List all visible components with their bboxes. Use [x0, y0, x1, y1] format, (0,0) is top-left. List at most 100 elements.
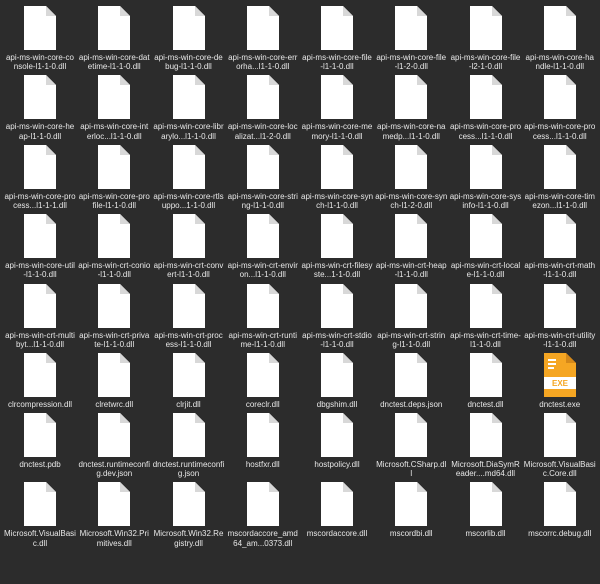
- file-item[interactable]: api-ms-win-crt-filesyste...1-1-0.dll: [301, 214, 373, 279]
- file-item[interactable]: dnctest.deps.json: [375, 353, 447, 409]
- file-item[interactable]: mscordbi.dll: [375, 482, 447, 547]
- file-item[interactable]: api-ms-win-core-sysinfo-l1-1-0.dll: [450, 145, 522, 210]
- file-item[interactable]: api-ms-win-core-heap-l1-1-0.dll: [4, 75, 76, 140]
- file-item[interactable]: dbgshim.dll: [301, 353, 373, 409]
- file-item[interactable]: api-ms-win-crt-string-l1-1-0.dll: [375, 284, 447, 349]
- generic-file-icon: [96, 75, 132, 119]
- file-item[interactable]: EXEdnctest.exe: [524, 353, 596, 409]
- file-item[interactable]: api-ms-win-core-rtlsuppo...1-1-0.dll: [153, 145, 225, 210]
- generic-file-icon: [319, 353, 355, 397]
- generic-file-icon: [319, 482, 355, 526]
- file-label: api-ms-win-crt-string-l1-1-0.dll: [375, 331, 447, 349]
- file-label: Microsoft.DiaSymReader....md64.dll: [450, 460, 522, 478]
- file-item[interactable]: api-ms-win-crt-utility-l1-1-0.dll: [524, 284, 596, 349]
- file-item[interactable]: api-ms-win-core-synch-l1-2-0.dll: [375, 145, 447, 210]
- file-item[interactable]: api-ms-win-core-string-l1-1-0.dll: [227, 145, 299, 210]
- generic-file-icon: [22, 482, 58, 526]
- file-item[interactable]: api-ms-win-core-file-l2-1-0.dll: [450, 6, 522, 71]
- file-label: dnctest.runtimeconfig.json: [153, 460, 225, 478]
- file-label: api-ms-win-core-console-l1-1-0.dll: [4, 53, 76, 71]
- generic-file-icon: [468, 6, 504, 50]
- file-item[interactable]: api-ms-win-core-memory-l1-1-0.dll: [301, 75, 373, 140]
- file-item[interactable]: api-ms-win-core-interloc...l1-1-0.dll: [78, 75, 150, 140]
- file-item[interactable]: Microsoft.DiaSymReader....md64.dll: [450, 413, 522, 478]
- file-label: api-ms-win-crt-multibyt...l1-1-0.dll: [4, 331, 76, 349]
- file-item[interactable]: dnctest.runtimeconfig.json: [153, 413, 225, 478]
- file-label: api-ms-win-core-heap-l1-1-0.dll: [4, 122, 76, 140]
- file-label: Microsoft.CSharp.dll: [375, 460, 447, 478]
- file-label: api-ms-win-core-timezon...l1-1-0.dll: [524, 192, 596, 210]
- file-item[interactable]: api-ms-win-core-librarylo...l1-1-0.dll: [153, 75, 225, 140]
- generic-file-icon: [22, 284, 58, 328]
- file-item[interactable]: api-ms-win-core-debug-l1-1-0.dll: [153, 6, 225, 71]
- file-label: api-ms-win-core-interloc...l1-1-0.dll: [78, 122, 150, 140]
- file-item[interactable]: api-ms-win-core-file-l1-2-0.dll: [375, 6, 447, 71]
- file-label: api-ms-win-crt-environ...l1-1-0.dll: [227, 261, 299, 279]
- file-item[interactable]: mscorrc.debug.dll: [524, 482, 596, 547]
- file-item[interactable]: api-ms-win-crt-private-l1-1-0.dll: [78, 284, 150, 349]
- file-item[interactable]: api-ms-win-core-file-l1-1-0.dll: [301, 6, 373, 71]
- file-item[interactable]: api-ms-win-core-process...l1-1-0.dll: [524, 75, 596, 140]
- generic-file-icon: [22, 6, 58, 50]
- file-label: api-ms-win-core-rtlsuppo...1-1-0.dll: [153, 192, 225, 210]
- file-item[interactable]: api-ms-win-core-handle-l1-1-0.dll: [524, 6, 596, 71]
- generic-file-icon: [542, 482, 578, 526]
- file-item[interactable]: api-ms-win-core-console-l1-1-0.dll: [4, 6, 76, 71]
- file-item[interactable]: Microsoft.Win32.Registry.dll: [153, 482, 225, 547]
- file-item[interactable]: Microsoft.CSharp.dll: [375, 413, 447, 478]
- file-label: api-ms-win-core-errorha...l1-1-0.dll: [227, 53, 299, 71]
- generic-file-icon: [393, 214, 429, 258]
- file-item[interactable]: mscordaccore.dll: [301, 482, 373, 547]
- file-item[interactable]: api-ms-win-crt-runtime-l1-1-0.dll: [227, 284, 299, 349]
- file-item[interactable]: clrjit.dll: [153, 353, 225, 409]
- file-item[interactable]: api-ms-win-crt-stdio-l1-1-0.dll: [301, 284, 373, 349]
- generic-file-icon: [319, 145, 355, 189]
- file-item[interactable]: api-ms-win-crt-locale-l1-1-0.dll: [450, 214, 522, 279]
- file-item[interactable]: api-ms-win-core-util-l1-1-0.dll: [4, 214, 76, 279]
- file-label: api-ms-win-core-handle-l1-1-0.dll: [524, 53, 596, 71]
- file-item[interactable]: api-ms-win-core-localizat...l1-2-0.dll: [227, 75, 299, 140]
- file-item[interactable]: mscordaccore_amd64_am...0373.dll: [227, 482, 299, 547]
- generic-file-icon: [171, 413, 207, 457]
- file-item[interactable]: api-ms-win-crt-math-l1-1-0.dll: [524, 214, 596, 279]
- file-item[interactable]: api-ms-win-crt-multibyt...l1-1-0.dll: [4, 284, 76, 349]
- file-item[interactable]: api-ms-win-crt-conio-l1-1-0.dll: [78, 214, 150, 279]
- file-label: dnctest.exe: [539, 400, 580, 409]
- file-item[interactable]: api-ms-win-core-profile-l1-1-0.dll: [78, 145, 150, 210]
- file-item[interactable]: hostpolicy.dll: [301, 413, 373, 478]
- file-item[interactable]: coreclr.dll: [227, 353, 299, 409]
- file-item[interactable]: Microsoft.VisualBasic.dll: [4, 482, 76, 547]
- generic-file-icon: [319, 214, 355, 258]
- file-item[interactable]: mscorlib.dll: [450, 482, 522, 547]
- generic-file-icon: [245, 413, 281, 457]
- file-item[interactable]: dnctest.dll: [450, 353, 522, 409]
- file-item[interactable]: Microsoft.Win32.Primitives.dll: [78, 482, 150, 547]
- file-item[interactable]: dnctest.pdb: [4, 413, 76, 478]
- file-item[interactable]: api-ms-win-core-datetime-l1-1-0.dll: [78, 6, 150, 71]
- file-item[interactable]: api-ms-win-core-timezon...l1-1-0.dll: [524, 145, 596, 210]
- file-item[interactable]: api-ms-win-crt-convert-l1-1-0.dll: [153, 214, 225, 279]
- file-item[interactable]: api-ms-win-core-namedp...l1-1-0.dll: [375, 75, 447, 140]
- file-item[interactable]: hostfxr.dll: [227, 413, 299, 478]
- file-item[interactable]: dnctest.runtimeconfig.dev.json: [78, 413, 150, 478]
- file-item[interactable]: api-ms-win-core-errorha...l1-1-0.dll: [227, 6, 299, 71]
- generic-file-icon: [393, 482, 429, 526]
- generic-file-icon: [468, 214, 504, 258]
- file-label: api-ms-win-crt-runtime-l1-1-0.dll: [227, 331, 299, 349]
- file-item[interactable]: api-ms-win-crt-process-l1-1-0.dll: [153, 284, 225, 349]
- file-item[interactable]: clretwrc.dll: [78, 353, 150, 409]
- file-label: api-ms-win-core-process...l1-1-1.dll: [4, 192, 76, 210]
- generic-file-icon: [468, 413, 504, 457]
- file-label: mscordbi.dll: [390, 529, 433, 538]
- file-item[interactable]: api-ms-win-crt-heap-l1-1-0.dll: [375, 214, 447, 279]
- file-label: clrcompression.dll: [8, 400, 72, 409]
- generic-file-icon: [393, 353, 429, 397]
- file-item[interactable]: api-ms-win-core-process...l1-1-0.dll: [450, 75, 522, 140]
- file-item[interactable]: clrcompression.dll: [4, 353, 76, 409]
- file-label: dnctest.deps.json: [380, 400, 442, 409]
- file-item[interactable]: api-ms-win-core-process...l1-1-1.dll: [4, 145, 76, 210]
- file-item[interactable]: Microsoft.VisualBasic.Core.dll: [524, 413, 596, 478]
- file-item[interactable]: api-ms-win-crt-time-l1-1-0.dll: [450, 284, 522, 349]
- file-item[interactable]: api-ms-win-crt-environ...l1-1-0.dll: [227, 214, 299, 279]
- file-item[interactable]: api-ms-win-core-synch-l1-1-0.dll: [301, 145, 373, 210]
